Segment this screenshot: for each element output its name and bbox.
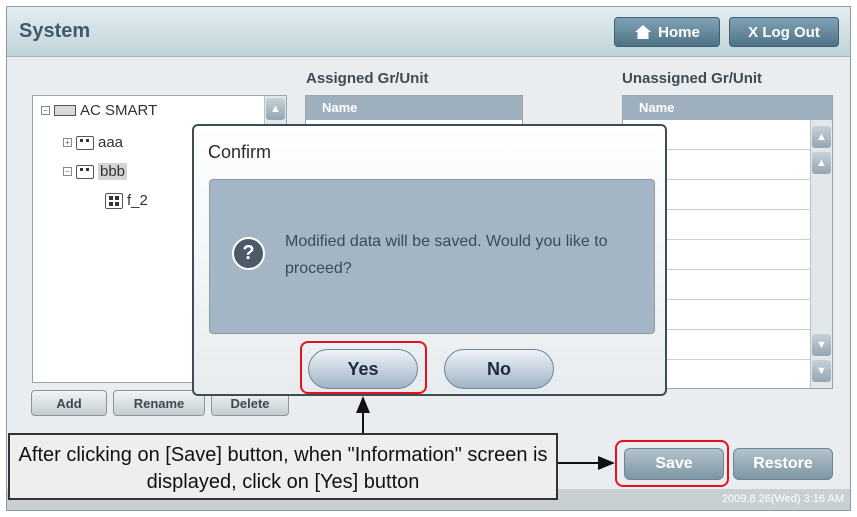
instruction-callout: After clicking on [Save] button, when "I… [8, 433, 558, 500]
instruction-text: After clicking on [Save] button, when "I… [18, 444, 548, 493]
